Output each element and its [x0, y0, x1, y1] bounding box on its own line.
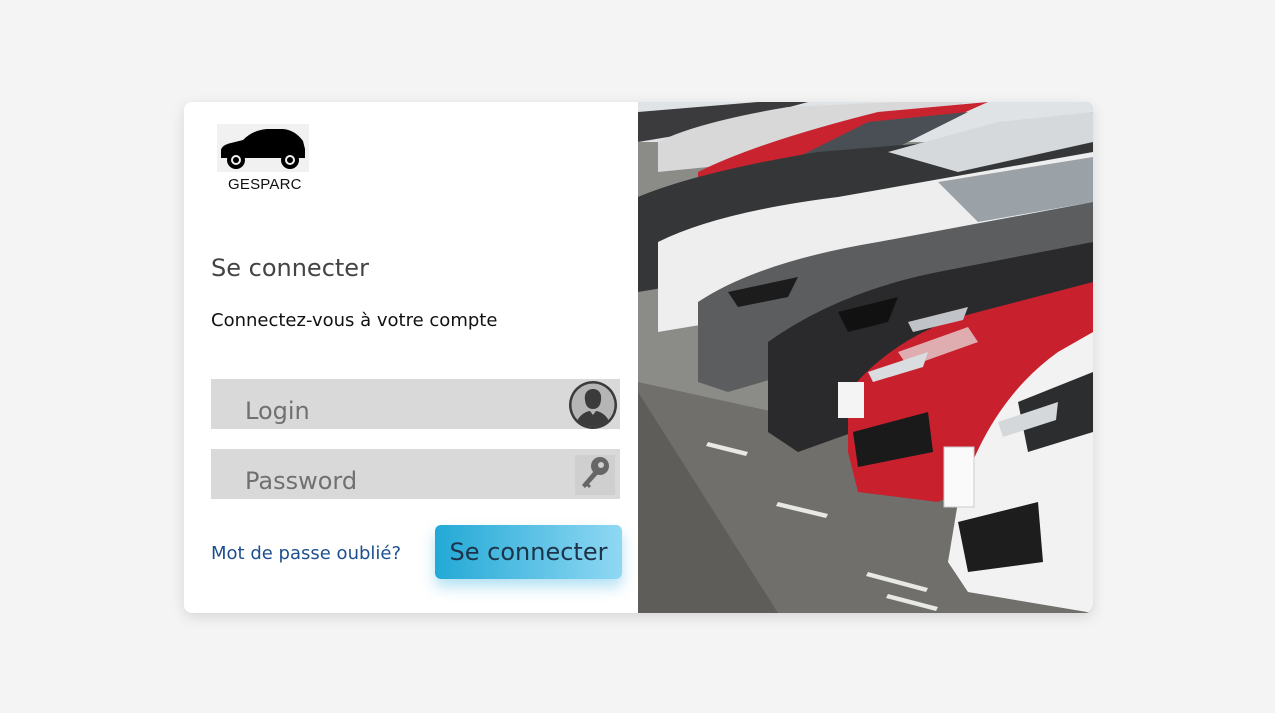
login-panel: GESPARC Se connecter Connectez-vous à vo…	[184, 102, 638, 613]
password-input[interactable]	[211, 449, 561, 499]
parked-cars-photo	[638, 102, 1093, 613]
password-field	[211, 449, 620, 499]
car-icon	[217, 124, 309, 172]
login-field	[211, 379, 620, 429]
hero-image	[638, 102, 1093, 613]
forgot-password-link[interactable]: Mot de passe oublié?	[211, 543, 401, 564]
brand-name: GESPARC	[228, 176, 302, 193]
login-card: GESPARC Se connecter Connectez-vous à vo…	[184, 102, 1093, 613]
brand-logo: GESPARC	[217, 124, 309, 196]
user-icon	[569, 381, 617, 429]
key-icon	[575, 455, 615, 495]
login-input[interactable]	[211, 379, 561, 429]
login-button[interactable]: Se connecter	[435, 525, 622, 579]
page-subtitle: Connectez-vous à votre compte	[211, 310, 498, 331]
page-title: Se connecter	[211, 254, 369, 282]
